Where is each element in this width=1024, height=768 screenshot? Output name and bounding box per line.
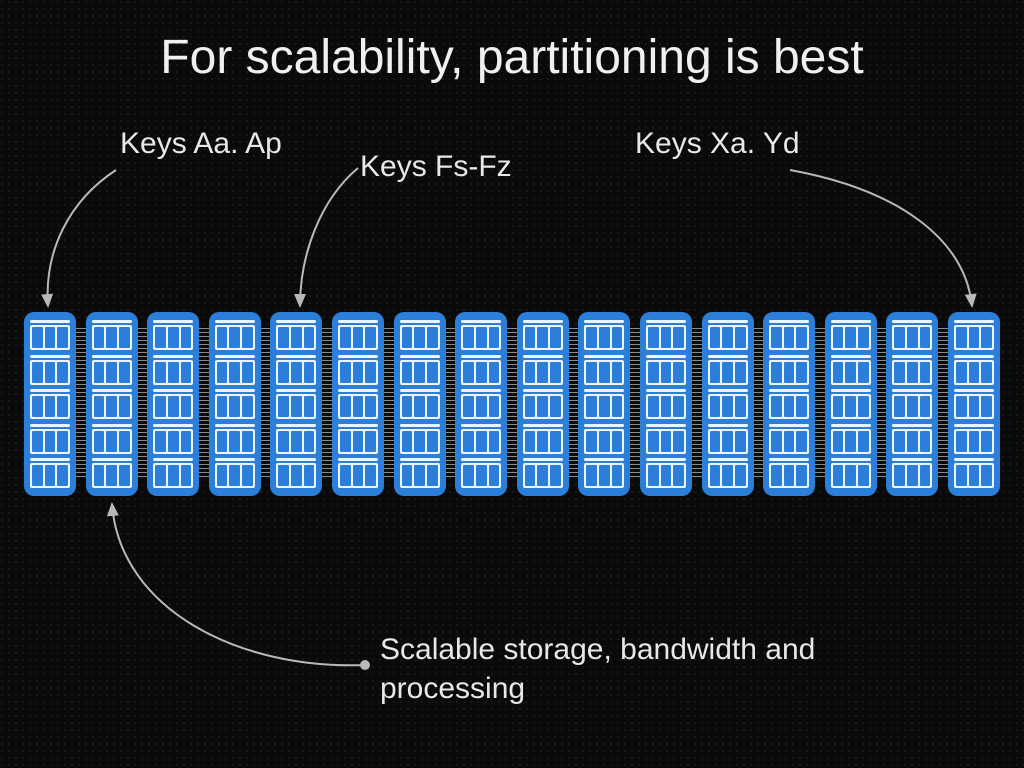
arrow-partition-2 (300, 168, 358, 306)
arrow-partition-3 (790, 170, 972, 306)
slide: For scalability, partitioning is best Ke… (0, 0, 1024, 768)
annotation-caption: Scalable storage, bandwidth and processi… (380, 630, 880, 708)
arrow-annotation (112, 504, 365, 665)
arrow-partition-1 (48, 170, 116, 306)
